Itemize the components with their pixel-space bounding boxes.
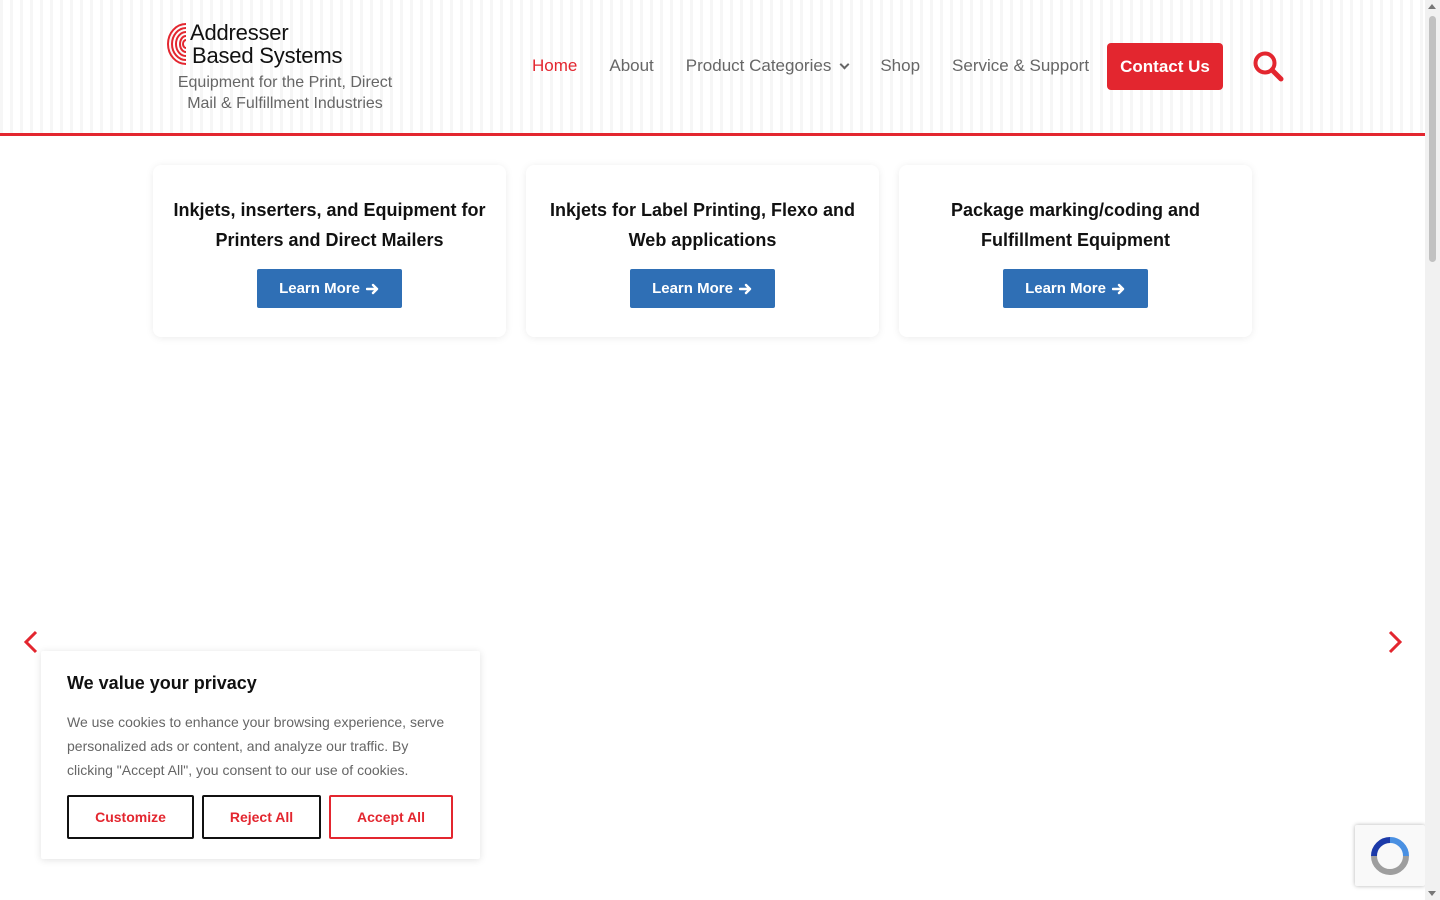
category-card-labels: Inkjets for Label Printing, Flexo and We… — [526, 165, 879, 337]
customize-button[interactable]: Customize — [67, 795, 194, 839]
learn-more-label: Learn More — [279, 280, 360, 297]
cookie-text: We use cookies to enhance your browsing … — [67, 714, 445, 778]
learn-more-button[interactable]: Learn More — [630, 269, 775, 308]
nav-product-categories-label: Product Categories — [685, 56, 832, 75]
nav-home[interactable]: Home — [516, 56, 593, 76]
recaptcha-badge[interactable] — [1355, 825, 1425, 886]
nav-product-categories[interactable]: Product Categories — [670, 56, 865, 76]
logo-line-2: Based Systems — [192, 43, 343, 68]
learn-more-label: Learn More — [1025, 280, 1106, 297]
main-nav: Home About Product Categories Shop Servi… — [516, 43, 1105, 89]
learn-more-label: Learn More — [652, 280, 733, 297]
nav-service-support-label: Service & Support — [952, 56, 1090, 75]
scroll-down-icon[interactable] — [1428, 891, 1436, 896]
scroll-thumb[interactable] — [1429, 16, 1436, 262]
accept-all-button[interactable]: Accept All — [329, 795, 453, 839]
site-logo[interactable]: Addresser Based Systems — [166, 18, 406, 70]
card-title: Package marking/coding and Fulfillment E… — [950, 200, 1201, 250]
nav-shop[interactable]: Shop — [864, 56, 936, 76]
scroll-up-icon[interactable] — [1428, 4, 1436, 9]
arrow-right-icon — [1111, 283, 1125, 294]
logo-line-1: Addresser — [190, 20, 289, 45]
page-scrollbar[interactable] — [1425, 0, 1440, 900]
logo-text: Addresser Based Systems — [190, 21, 342, 67]
nav-about-label: About — [609, 56, 654, 75]
category-card-printers: Inkjets, inserters, and Equipment for Pr… — [153, 165, 506, 337]
cookie-buttons: Customize Reject All Accept All — [67, 795, 461, 839]
card-title: Inkjets, inserters, and Equipment for Pr… — [173, 200, 486, 250]
recaptcha-icon — [1371, 836, 1409, 875]
category-card-packaging: Package marking/coding and Fulfillment E… — [899, 165, 1252, 337]
nav-home-label: Home — [532, 56, 578, 75]
chevron-right-icon[interactable] — [1384, 630, 1404, 654]
chevron-left-icon[interactable] — [22, 630, 42, 654]
cookie-consent-banner: We value your privacy We use cookies to … — [41, 651, 480, 859]
site-tagline: Equipment for the Print, Direct Mail & F… — [177, 74, 393, 112]
search-icon[interactable] — [1252, 50, 1284, 82]
learn-more-button[interactable]: Learn More — [257, 269, 402, 308]
chevron-down-icon — [839, 59, 850, 69]
arrow-right-icon — [738, 283, 752, 294]
learn-more-button[interactable]: Learn More — [1003, 269, 1148, 308]
cookie-title: We value your privacy — [67, 673, 257, 693]
card-title: Inkjets for Label Printing, Flexo and We… — [549, 200, 856, 250]
nav-service-support[interactable]: Service & Support — [936, 56, 1105, 76]
arrow-right-icon — [365, 283, 379, 294]
nav-about[interactable]: About — [593, 56, 669, 76]
logo-mark-icon — [167, 23, 187, 65]
reject-all-button[interactable]: Reject All — [202, 795, 321, 839]
site-header: Addresser Based Systems Equipment for th… — [0, 0, 1425, 136]
contact-us-button[interactable]: Contact Us — [1107, 43, 1223, 90]
nav-shop-label: Shop — [880, 56, 921, 75]
